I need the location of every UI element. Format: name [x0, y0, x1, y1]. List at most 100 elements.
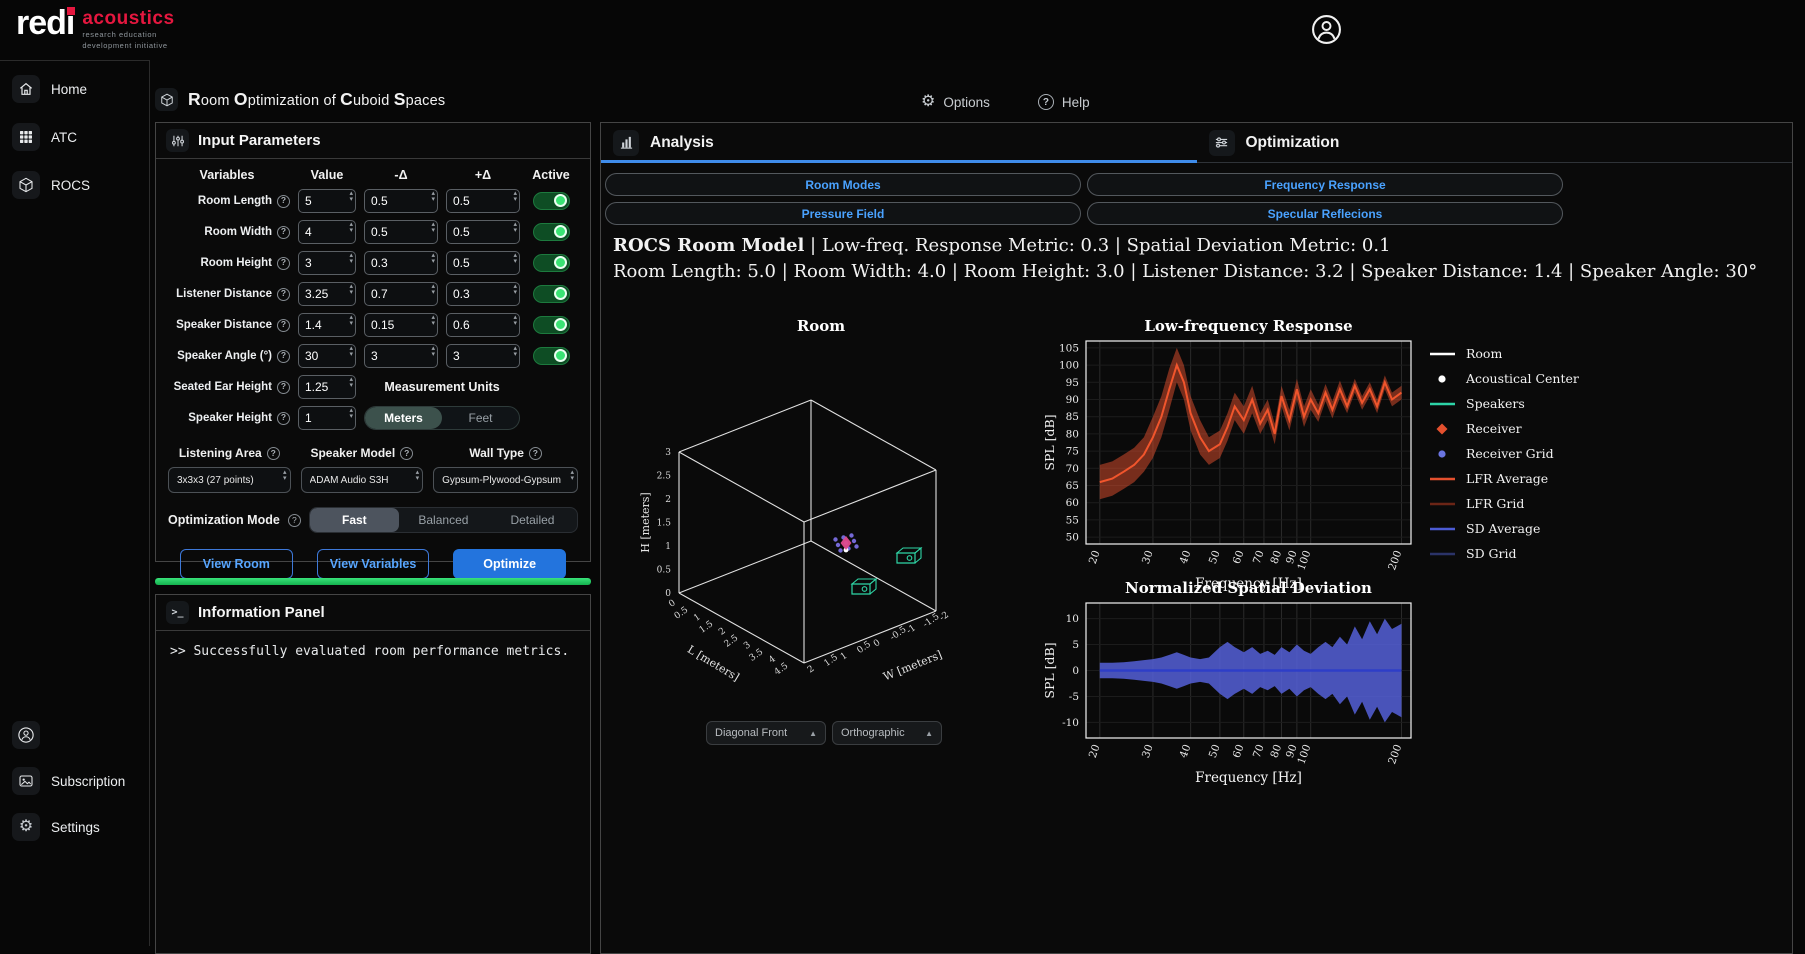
sidebar-item-subscription[interactable]: Subscription [0, 761, 149, 801]
mode-option-balanced[interactable]: Balanced [399, 508, 488, 532]
spinner-arrows[interactable]: ▴▾ [513, 191, 517, 203]
spinner-arrows[interactable]: ▴▾ [431, 315, 435, 327]
optimization-mode-row: Optimization Mode ? FastBalancedDetailed [156, 495, 590, 535]
speaker-angle-plus-delta-input[interactable]: ▴▾ [446, 344, 520, 368]
spinner-arrows[interactable]: ▴▾ [349, 253, 353, 265]
room-length-active-toggle[interactable] [533, 192, 570, 210]
mode-option-fast[interactable]: Fast [310, 508, 399, 532]
view-angle-select[interactable]: Diagonal Front ▲ [706, 721, 826, 745]
optimize-button[interactable]: Optimize [453, 549, 566, 579]
spinner-arrows[interactable]: ▴▾ [513, 222, 517, 234]
spinner-arrows[interactable]: ▴▾ [431, 222, 435, 234]
room-width-value-input[interactable]: ▴▾ [298, 220, 356, 244]
spinner-arrows[interactable]: ▴▾ [431, 191, 435, 203]
specular-reflections-button[interactable]: Specular Reflecions [1087, 202, 1563, 225]
sidebar-item-home[interactable]: Home [0, 69, 149, 109]
speaker-angle-value-input[interactable]: ▴▾ [298, 344, 356, 368]
speaker-height-value-input[interactable]: ▴▾ [298, 406, 356, 430]
info-icon[interactable]: ? [277, 381, 290, 394]
room-modes-button[interactable]: Room Modes [605, 173, 1081, 196]
speaker-distance-active-toggle[interactable] [533, 316, 570, 334]
spinner-arrows[interactable]: ▴▾ [349, 191, 353, 203]
spinner-arrows[interactable]: ▴▾ [349, 284, 353, 296]
info-icon[interactable]: ? [529, 447, 542, 460]
frequency-response-button[interactable]: Frequency Response [1087, 173, 1563, 196]
svg-text:SPL [dB]: SPL [dB] [1042, 414, 1057, 470]
room-length-minus-delta-input[interactable]: ▴▾ [364, 189, 438, 213]
units-option-meters[interactable]: Meters [365, 407, 442, 429]
listening-area-select[interactable]: 3x3x3 (27 points) ▴▾ [168, 467, 291, 493]
info-icon[interactable]: ? [277, 412, 290, 425]
room-model-summary: ROCS Room Model | Low-freq. Response Met… [613, 235, 1787, 282]
info-icon[interactable]: ? [277, 288, 290, 301]
svg-text:70: 70 [1251, 549, 1267, 566]
sidebar-account-button[interactable] [0, 715, 149, 755]
app-logo[interactable]: redi acoustics research education develo… [16, 6, 175, 51]
triangle-up-icon: ▲ [809, 729, 817, 738]
listener-distance-minus-delta-input[interactable]: ▴▾ [364, 282, 438, 306]
seated-ear-height-value-input[interactable]: ▴▾ [298, 375, 356, 399]
info-icon[interactable]: ? [277, 350, 290, 363]
user-avatar-icon[interactable] [1311, 14, 1342, 45]
view-variables-button[interactable]: View Variables [317, 549, 430, 579]
spinner-arrows[interactable]: ▴▾ [513, 315, 517, 327]
spinner-arrows[interactable]: ▴▾ [431, 284, 435, 296]
home-icon [12, 75, 40, 103]
spinner-arrows[interactable]: ▴▾ [349, 346, 353, 358]
spinner-arrows[interactable]: ▴▾ [349, 408, 353, 420]
spinner-arrows[interactable]: ▴▾ [513, 284, 517, 296]
pressure-field-button[interactable]: Pressure Field [605, 202, 1081, 225]
listener-distance-active-toggle[interactable] [533, 285, 570, 303]
help-button[interactable]: ? Help [1038, 94, 1090, 110]
room-width-minus-delta-input[interactable]: ▴▾ [364, 220, 438, 244]
view-room-button[interactable]: View Room [180, 549, 293, 579]
spinner-arrows[interactable]: ▴▾ [349, 222, 353, 234]
units-option-feet[interactable]: Feet [442, 407, 519, 429]
room-3d-plot[interactable]: 00.511.522.53H [meters]00.511.522.533.54… [621, 303, 1021, 743]
sidebar-item-settings[interactable]: ⚙ Settings [0, 807, 149, 847]
info-icon[interactable]: ? [277, 195, 290, 208]
speaker-model-select[interactable]: ADAM Audio S3H ▴▾ [301, 467, 424, 493]
room-width-active-toggle[interactable] [533, 223, 570, 241]
listener-distance-value-input[interactable]: ▴▾ [298, 282, 356, 306]
spinner-arrows[interactable]: ▴▾ [349, 377, 353, 389]
spatial-deviation-chart: 1050-5-102030405060708090100200Frequency… [1041, 575, 1421, 855]
options-button[interactable]: ⚙ Options [921, 94, 990, 110]
tab-analysis[interactable]: Analysis [601, 123, 1197, 162]
speaker-angle-minus-delta-input[interactable]: ▴▾ [364, 344, 438, 368]
speaker-distance-minus-delta-input[interactable]: ▴▾ [364, 313, 438, 337]
room-length-value-input[interactable]: ▴▾ [298, 189, 356, 213]
info-icon[interactable]: ? [267, 447, 280, 460]
spinner-arrows[interactable]: ▴▾ [431, 346, 435, 358]
listener-distance-plus-delta-input[interactable]: ▴▾ [446, 282, 520, 306]
sidebar-item-rocs[interactable]: ROCS [0, 165, 149, 205]
room-height-minus-delta-input[interactable]: ▴▾ [364, 251, 438, 275]
info-icon[interactable]: ? [400, 447, 413, 460]
spinner-arrows[interactable]: ▴▾ [513, 253, 517, 265]
room-height-active-toggle[interactable] [533, 254, 570, 272]
legend-item-speakers: Speakers [1429, 391, 1579, 416]
info-icon[interactable]: ? [277, 226, 290, 239]
tab-optimization[interactable]: Optimization [1197, 123, 1793, 162]
legend-item-receiver: Receiver [1429, 416, 1579, 441]
spinner-arrows[interactable]: ▴▾ [349, 315, 353, 327]
room-width-plus-delta-input[interactable]: ▴▾ [446, 220, 520, 244]
svg-text:-1: -1 [905, 623, 918, 636]
speaker-angle-active-toggle[interactable] [533, 347, 570, 365]
info-icon[interactable]: ? [288, 514, 301, 527]
mode-option-detailed[interactable]: Detailed [488, 508, 577, 532]
spinner-arrows[interactable]: ▴▾ [513, 346, 517, 358]
column-header: Active [528, 168, 574, 182]
info-icon[interactable]: ? [277, 319, 290, 332]
info-icon[interactable]: ? [277, 257, 290, 270]
room-height-value-input[interactable]: ▴▾ [298, 251, 356, 275]
speaker-distance-value-input[interactable]: ▴▾ [298, 313, 356, 337]
room-height-plus-delta-input[interactable]: ▴▾ [446, 251, 520, 275]
wall-type-select[interactable]: Gypsum-Plywood-Gypsum ▴▾ [433, 467, 578, 493]
svg-text:H [meters]: H [meters] [639, 492, 652, 552]
sidebar-item-atc[interactable]: ATC [0, 117, 149, 157]
spinner-arrows[interactable]: ▴▾ [431, 253, 435, 265]
speaker-distance-plus-delta-input[interactable]: ▴▾ [446, 313, 520, 337]
room-length-plus-delta-input[interactable]: ▴▾ [446, 189, 520, 213]
projection-select[interactable]: Orthographic ▲ [832, 721, 942, 745]
